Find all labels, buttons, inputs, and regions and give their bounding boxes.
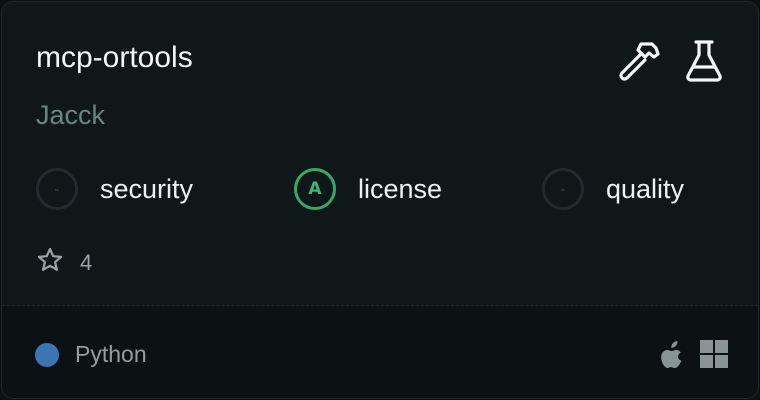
server-author[interactable]: Jacck (36, 98, 105, 132)
security-grade-badge: - (36, 168, 78, 210)
apple-icon (660, 339, 686, 369)
license-label: license (358, 173, 443, 204)
language-indicator: Python (35, 341, 147, 368)
quality-grade-badge: - (542, 168, 584, 210)
windows-icon (700, 340, 728, 368)
server-name[interactable]: mcp-ortools (36, 40, 193, 76)
license-score[interactable]: A license (294, 164, 442, 214)
language-name: Python (75, 341, 147, 367)
security-score[interactable]: - security (36, 164, 193, 214)
security-label: security (100, 173, 194, 204)
star-count: 4 (80, 249, 93, 275)
quality-label: quality (606, 173, 685, 204)
card-footer: Python (2, 306, 758, 398)
star-rating: 4 (36, 246, 92, 279)
license-grade-badge: A (294, 168, 336, 210)
hammer-icon (616, 38, 662, 84)
server-card[interactable]: mcp-ortools Jacck - security A license -… (1, 1, 759, 399)
quality-score[interactable]: - quality (542, 164, 684, 214)
language-color-dot (35, 342, 59, 367)
platform-icons (660, 339, 728, 369)
capability-icons (616, 38, 724, 84)
score-badges: - security A license - quality (2, 164, 758, 214)
star-icon (36, 246, 64, 279)
flask-icon (684, 38, 724, 84)
